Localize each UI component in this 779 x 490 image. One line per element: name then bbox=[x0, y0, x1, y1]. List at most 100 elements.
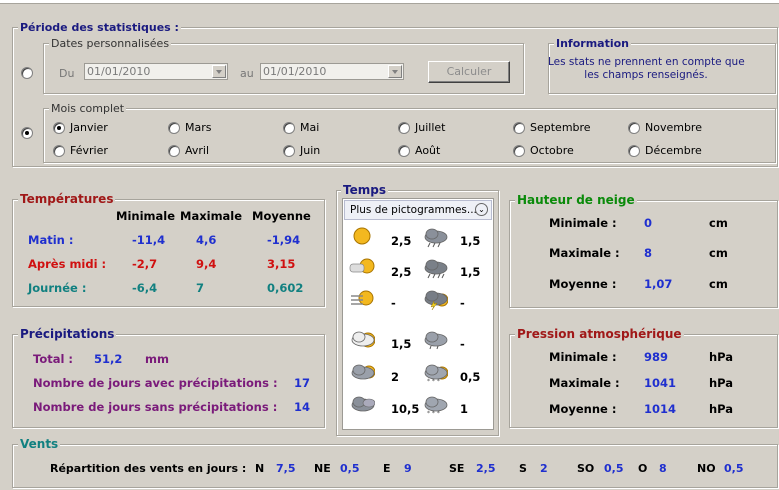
temps-right-value: 1 bbox=[460, 402, 469, 416]
temp-row-min: -11,4 bbox=[132, 233, 166, 247]
vent-dir-value: 0,5 bbox=[340, 462, 360, 475]
vent-dir-label: O bbox=[638, 462, 648, 475]
calculer-button[interactable]: Calculer bbox=[428, 61, 510, 83]
pression-row-label: Maximale : bbox=[549, 376, 620, 390]
snow-shower-icon: * * * bbox=[422, 361, 449, 385]
information-line1: Les stats ne prennent en compte que bbox=[548, 56, 745, 68]
temp-row-label: Journée : bbox=[28, 281, 87, 295]
neige-row-value: 1,07 bbox=[644, 277, 673, 291]
neige-row-label: Maximale : bbox=[549, 246, 620, 260]
month-label-juillet: Juillet bbox=[415, 121, 446, 134]
neige-row-unit: cm bbox=[709, 246, 728, 260]
temps-right-value: - bbox=[460, 296, 465, 310]
temps-title: Temps bbox=[341, 183, 388, 197]
pression-row-value: 1014 bbox=[644, 402, 677, 416]
vent-dir-label: NO bbox=[697, 462, 716, 475]
vent-dir-value: 2,5 bbox=[476, 462, 496, 475]
radio-month-avril[interactable] bbox=[168, 145, 180, 157]
vent-dir-value: 0,5 bbox=[724, 462, 744, 475]
radio-month-decembre[interactable] bbox=[628, 145, 640, 157]
date-to-dropdown-icon[interactable] bbox=[388, 65, 402, 78]
sun-haze-icon bbox=[349, 256, 375, 278]
temps-right-value: 1,5 bbox=[460, 234, 481, 248]
temp-row-avg: 3,15 bbox=[267, 257, 296, 271]
fog-sun-icon bbox=[349, 287, 375, 309]
neige-row-value: 0 bbox=[644, 216, 653, 230]
pression-row-value: 989 bbox=[644, 350, 669, 364]
month-label-mars: Mars bbox=[185, 121, 212, 134]
precip-without-label: Nombre de jours sans précipitations : bbox=[33, 400, 278, 414]
date-to-field[interactable]: 01/01/2010 bbox=[260, 63, 404, 80]
temp-row-label: Matin : bbox=[28, 233, 74, 247]
temp-col-min: Minimale bbox=[116, 209, 175, 223]
radio-month-octobre[interactable] bbox=[513, 145, 525, 157]
radio-month-novembre[interactable] bbox=[628, 122, 640, 134]
radio-month-mai[interactable] bbox=[283, 122, 295, 134]
date-from-field[interactable]: 01/01/2010 bbox=[84, 63, 228, 80]
vent-dir-value: 7,5 bbox=[276, 462, 296, 475]
top-tab-strip bbox=[0, 0, 779, 4]
temp-row-max: 7 bbox=[196, 281, 205, 295]
temps-left-value: 1,5 bbox=[391, 337, 412, 351]
vent-dir-label: S bbox=[519, 462, 527, 475]
svg-text:* * *: * * * bbox=[427, 378, 440, 385]
pression-row-unit: hPa bbox=[709, 402, 734, 416]
temp-row-min: -2,7 bbox=[132, 257, 158, 271]
temps-left-value: 2,5 bbox=[391, 234, 412, 248]
information-line2: les champs renseignés. bbox=[584, 69, 708, 81]
vent-dir-label: E bbox=[383, 462, 391, 475]
neige-row-value: 8 bbox=[644, 246, 653, 260]
month-label-janvier: Janvier bbox=[70, 121, 108, 134]
neige-title: Hauteur de neige bbox=[515, 193, 637, 207]
chevron-down-icon[interactable]: ⌄ bbox=[475, 203, 488, 216]
radio-dates-personnalisees[interactable] bbox=[21, 67, 33, 79]
svg-text:* * *: * * * bbox=[427, 410, 440, 417]
radio-month-mars[interactable] bbox=[168, 122, 180, 134]
cloud-heavy-rain-icon bbox=[422, 256, 448, 279]
radio-month-juin[interactable] bbox=[283, 145, 295, 157]
dates-legend: Dates personnalisées bbox=[49, 37, 172, 50]
temp-row-min: -6,4 bbox=[132, 281, 158, 295]
mostly-cloudy-icon bbox=[349, 361, 376, 383]
radio-month-juillet[interactable] bbox=[398, 122, 410, 134]
month-label-aout: Août bbox=[415, 144, 441, 157]
temp-row-avg: 0,602 bbox=[267, 281, 304, 295]
month-label-decembre: Décembre bbox=[645, 144, 702, 157]
thunderstorm-icon bbox=[422, 287, 449, 311]
temps-left-value: - bbox=[391, 296, 396, 310]
temperatures-title: Températures bbox=[18, 192, 116, 206]
temps-left-value: 10,5 bbox=[391, 402, 420, 416]
vents-title: Vents bbox=[18, 437, 61, 451]
temps-right-value: - bbox=[460, 337, 465, 351]
neige-row-label: Minimale : bbox=[549, 216, 617, 230]
neige-row-unit: cm bbox=[709, 277, 728, 291]
radio-month-septembre[interactable] bbox=[513, 122, 525, 134]
date-from-value: 01/01/2010 bbox=[87, 65, 151, 78]
vent-dir-label: NE bbox=[314, 462, 331, 475]
month-label-novembre: Novembre bbox=[645, 121, 702, 134]
temp-col-avg: Moyenne bbox=[252, 209, 311, 223]
temps-left-value: 2 bbox=[391, 370, 400, 384]
month-label-mai: Mai bbox=[300, 121, 320, 134]
radio-month-janvier[interactable] bbox=[53, 122, 65, 134]
temp-col-max: Maximale bbox=[180, 209, 243, 223]
neige-row-unit: cm bbox=[709, 216, 728, 230]
sun-icon bbox=[349, 225, 375, 247]
date-from-dropdown-icon[interactable] bbox=[212, 65, 226, 78]
precip-title: Précipitations bbox=[18, 327, 117, 341]
vent-dir-value: 2 bbox=[540, 462, 548, 475]
vent-dir-label: SO bbox=[577, 462, 595, 475]
radio-month-fevrier[interactable] bbox=[53, 145, 65, 157]
information-legend: Information bbox=[554, 37, 631, 50]
vent-dir-label: N bbox=[255, 462, 265, 475]
cloud-drizzle-icon bbox=[422, 328, 448, 350]
overcast-icon bbox=[349, 393, 376, 415]
pictogram-dropdown[interactable]: Plus de pictogrammes... ⌄ bbox=[344, 200, 492, 220]
precip-total-value: 51,2 bbox=[94, 352, 123, 366]
radio-mois-complet[interactable] bbox=[21, 127, 33, 139]
precip-with-value: 17 bbox=[294, 376, 311, 390]
radio-month-aout[interactable] bbox=[398, 145, 410, 157]
vent-dir-value: 0,5 bbox=[604, 462, 624, 475]
temp-row-max: 4,6 bbox=[196, 233, 217, 247]
periode-title: Période des statistiques : bbox=[18, 21, 181, 34]
